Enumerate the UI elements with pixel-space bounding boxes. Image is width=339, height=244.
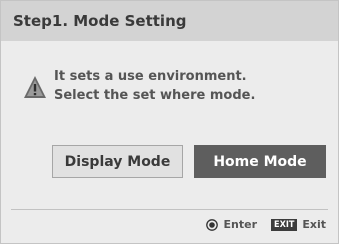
enter-label: Enter (223, 218, 258, 231)
warning-icon (24, 76, 46, 98)
footer-divider (11, 209, 328, 210)
message: It sets a use environment. Select the se… (54, 67, 255, 105)
dialog-title: Step1. Mode Setting (13, 12, 187, 30)
display-mode-button[interactable]: Display Mode (52, 145, 183, 178)
mode-setting-dialog: Step1. Mode Setting It sets a use enviro… (0, 0, 339, 244)
exit-label: Exit (302, 218, 326, 231)
footer-help: Enter EXIT Exit (205, 218, 326, 231)
title-bar: Step1. Mode Setting (1, 1, 338, 41)
home-mode-button[interactable]: Home Mode (194, 145, 326, 178)
enter-icon (205, 218, 218, 231)
message-line-2: Select the set where mode. (54, 88, 256, 103)
exit-key: EXIT (271, 218, 298, 231)
message-line-1: It sets a use environment. (54, 69, 247, 84)
